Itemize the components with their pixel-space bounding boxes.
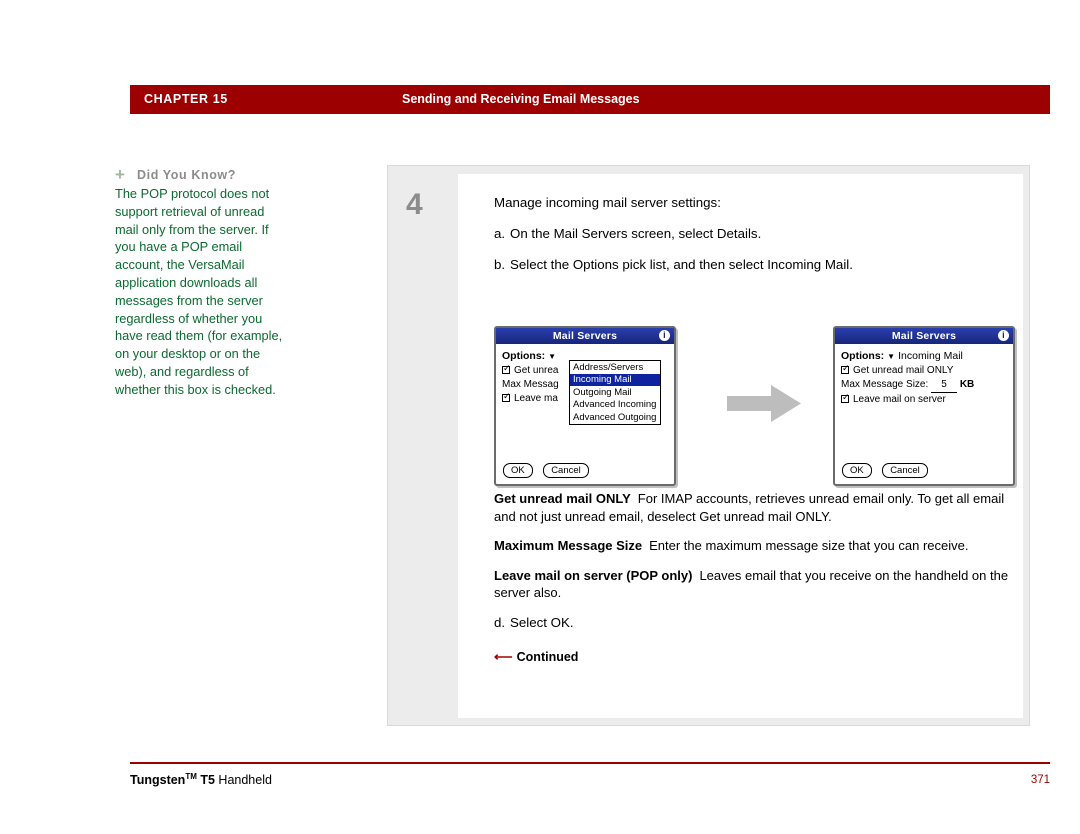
device-button-row: OK Cancel [503, 460, 595, 478]
cancel-button[interactable]: Cancel [882, 463, 928, 478]
step-intro: Manage incoming mail server settings: [494, 195, 721, 210]
device-title-bar: Mail Servers i [496, 328, 674, 344]
checkbox-checked-icon[interactable] [841, 394, 850, 403]
page-header: CHAPTER 15 Sending and Receiving Email M… [130, 85, 1050, 114]
device-row-get-unread[interactable]: Get unread mail ONLY [841, 364, 1007, 378]
step-item-a: a. On the Mail Servers screen, select Det… [494, 225, 1014, 243]
device-row-get-unread-label: Get unread mail ONLY [853, 365, 954, 376]
footer-model: T5 [196, 773, 215, 788]
plus-icon: + [115, 165, 126, 184]
chevron-down-icon: ▼ [548, 352, 557, 361]
device-title-text: Mail Servers [552, 330, 618, 342]
options-dropdown-list[interactable]: Address/Servers Incoming Mail Outgoing M… [569, 360, 661, 425]
page-number: 371 [1030, 774, 1050, 786]
device-options-value: Incoming Mail [898, 350, 963, 362]
device-title-bar: Mail Servers i [835, 328, 1013, 344]
device-screenshot-after: Mail Servers i Options:▼Incoming Mail Ge… [833, 326, 1015, 486]
max-size-input[interactable]: 5 [931, 378, 958, 393]
step-item-d-marker: d. [494, 614, 506, 630]
cancel-button[interactable]: Cancel [543, 463, 589, 478]
checkbox-checked-icon[interactable] [502, 393, 511, 402]
definition-get-unread-term: Get unread mail ONLY [494, 491, 631, 506]
footer-product-name: Tungsten [130, 773, 186, 788]
device-row-max-size-label: Max Message Size: [841, 379, 929, 390]
info-icon[interactable]: i [659, 330, 670, 341]
step-item-b: b. Select the Options pick list, and then… [494, 256, 1014, 274]
footer-trademark: TM [185, 772, 197, 781]
ok-button[interactable]: OK [503, 463, 533, 478]
device-row-leave-mail-label: Leave ma [514, 393, 558, 404]
section-title: Sending and Receiving Email Messages [402, 92, 640, 106]
device-row-leave-mail[interactable]: Leave mail on server [841, 393, 1007, 407]
checkbox-checked-icon[interactable] [841, 365, 850, 374]
step-item-a-marker: a. [494, 226, 506, 241]
device-row-max-size-label: Max Messag [502, 379, 559, 390]
step-item-d: d. Select OK. [494, 614, 1014, 632]
dropdown-item-incoming-mail[interactable]: Incoming Mail [570, 373, 660, 387]
continued-arrow-icon: ⟶ [494, 648, 513, 664]
chapter-label: CHAPTER 15 [144, 92, 228, 106]
definition-leave-mail-term: Leave mail on server (POP only) [494, 567, 693, 583]
definition-leave-mail: Leave mail on server (POP only) Leaves em… [494, 567, 1014, 602]
device-row-leave-mail-label: Leave mail on server [853, 394, 946, 405]
dropdown-item-outgoing-mail[interactable]: Outgoing Mail [570, 386, 660, 399]
max-size-unit: KB [959, 379, 975, 390]
step-number: 4 [406, 188, 423, 221]
note-body: The POP protocol does not support retrie… [115, 186, 283, 397]
checkbox-checked-icon[interactable] [502, 365, 511, 374]
footer-product: TungstenTM T5 Handheld [130, 772, 272, 787]
dropdown-item-advanced-outgoing[interactable]: Advanced Outgoing [570, 411, 660, 424]
definition-max-size-desc: Enter the maximum message size that you … [649, 538, 969, 553]
device-button-row: OK Cancel [842, 460, 934, 478]
dropdown-item-address-servers[interactable]: Address/Servers [570, 361, 660, 374]
definition-get-unread: Get unread mail ONLY For IMAP accounts, r… [494, 490, 1014, 525]
dropdown-item-advanced-incoming[interactable]: Advanced Incoming [570, 399, 660, 412]
right-arrow-icon [727, 385, 801, 422]
step-panel: 4 Manage incoming mail server settings: … [387, 165, 1030, 726]
device-row-get-unread-label: Get unrea [514, 365, 559, 376]
did-you-know-note: + Did You Know? The POP protocol does no… [115, 165, 345, 399]
step-item-b-text: Select the Options pick list, and then s… [510, 257, 853, 272]
device-options-row[interactable]: Options: ▼ Incoming Mail [841, 349, 1007, 364]
device-options-label: Options: [502, 350, 546, 362]
device-title-text: Mail Servers [891, 330, 957, 342]
step-item-d-text: Select OK. [510, 614, 574, 630]
ok-button[interactable]: OK [842, 463, 872, 478]
device-screenshot-before: Mail Servers i Options:▼ Get unrea Max M… [494, 326, 676, 486]
step-item-a-text: On the Mail Servers screen, select Detai… [510, 226, 762, 241]
info-icon[interactable]: i [998, 330, 1009, 341]
footer-suffix: Handheld [214, 773, 272, 788]
chevron-down-icon: ▼ [887, 352, 896, 361]
continued-label: ⟶ Continued [494, 649, 1014, 665]
step-item-b-marker: b. [494, 257, 506, 272]
note-heading: + Did You Know? [115, 165, 345, 184]
device-screenshots: Mail Servers i Options:▼ Get unrea Max M… [494, 326, 1015, 486]
device-row-max-size[interactable]: Max Message Size: 5 KB [841, 378, 1007, 393]
device-body: Options:▼Incoming Mail Get unread mail O… [835, 344, 1013, 484]
device-options-label: Options: [841, 350, 885, 362]
definition-max-size-term: Maximum Message Size [494, 538, 643, 553]
note-heading-label: Did You Know? [137, 168, 236, 182]
continued-text: Continued [516, 649, 579, 664]
definition-max-size: Maximum Message Size Enter the maximum me… [494, 537, 1014, 555]
footer-divider [130, 762, 1050, 764]
page: CHAPTER 15 Sending and Receiving Email M… [0, 0, 1080, 834]
device-body: Options:▼ Get unrea Max Messag Leave ma … [496, 344, 674, 484]
